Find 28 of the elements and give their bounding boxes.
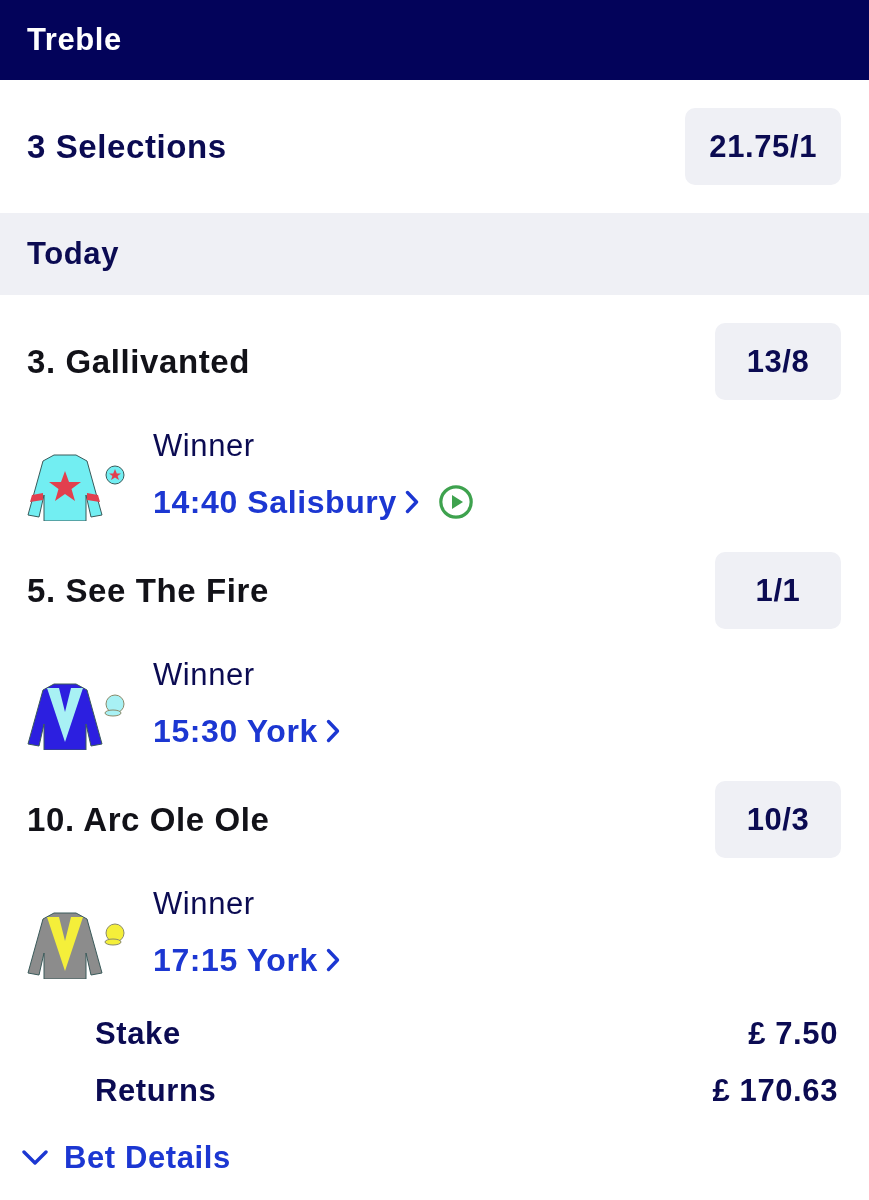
selection-name: 3. Gallivanted	[27, 342, 250, 381]
selection-name: 5. See The Fire	[27, 571, 269, 610]
odds-badge: 10/3	[715, 781, 841, 858]
market-label: Winner	[153, 885, 255, 923]
jockey-silk-icon	[25, 682, 125, 750]
race-link[interactable]: 14:40 Salisbury	[153, 480, 419, 524]
chevron-right-icon	[325, 948, 340, 972]
chevron-right-icon	[404, 490, 419, 514]
play-icon[interactable]	[438, 485, 473, 519]
race-link[interactable]: 17:15 York	[153, 938, 340, 982]
market-label: Winner	[153, 656, 255, 694]
jockey-silk-icon	[25, 911, 125, 979]
selections-count: 3 Selections	[27, 127, 227, 166]
total-label: Stake	[95, 1015, 181, 1052]
jockey-silk-icon	[25, 453, 125, 521]
odds-badge: 1/1	[715, 552, 841, 629]
total-label: Returns	[95, 1072, 217, 1109]
selection-name: 10. Arc Ole Ole	[27, 800, 270, 839]
race-link[interactable]: 15:30 York	[153, 709, 340, 753]
odds-badge: 13/8	[715, 323, 841, 400]
chevron-right-icon	[325, 719, 340, 743]
bet-details-toggle[interactable]: Bet Details	[22, 1131, 231, 1185]
odds-badge: 21.75/1	[685, 108, 841, 185]
section-title: Today	[27, 236, 119, 272]
bet-type-title: Treble	[27, 22, 122, 58]
total-value: £ 7.50	[748, 1015, 838, 1052]
total-value: £ 170.63	[712, 1072, 838, 1109]
market-label: Winner	[153, 427, 255, 465]
